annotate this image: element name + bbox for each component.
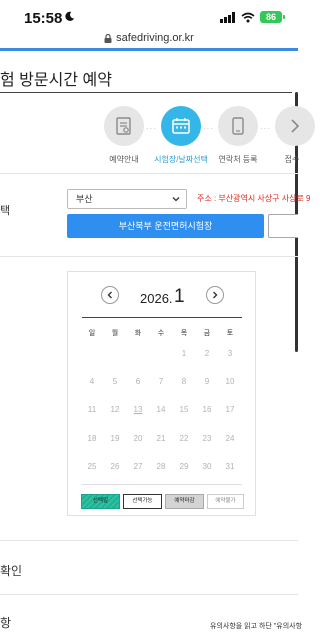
calendar-day[interactable]: 9 bbox=[198, 377, 216, 386]
header-accent-line bbox=[0, 48, 298, 51]
calendar-day[interactable]: 26 bbox=[106, 462, 124, 471]
calendar-day[interactable]: 19 bbox=[106, 434, 124, 443]
calendar-day[interactable]: 10 bbox=[221, 377, 239, 386]
step-guide bbox=[104, 106, 144, 146]
section-divider bbox=[0, 173, 298, 174]
section-divider bbox=[0, 256, 298, 257]
calendar-day[interactable]: 29 bbox=[175, 462, 193, 471]
calendar-day[interactable]: 25 bbox=[83, 462, 101, 471]
calendar-day[interactable]: 15 bbox=[175, 405, 193, 414]
step-connector: ··· bbox=[146, 124, 157, 133]
legend-selected: 선택일 bbox=[81, 494, 120, 509]
calendar-day[interactable]: 22 bbox=[175, 434, 193, 443]
weekday-header: 금 bbox=[203, 330, 211, 337]
step-connector: ··· bbox=[260, 124, 271, 133]
calendar-day[interactable]: 30 bbox=[198, 462, 216, 471]
status-time: 15:58 bbox=[24, 10, 63, 27]
step-label-submit: 접수 bbox=[284, 155, 300, 164]
notice-section-label: 항 bbox=[0, 616, 12, 630]
calendar-day[interactable]: 7 bbox=[152, 377, 170, 386]
calendar-day[interactable]: 14 bbox=[152, 405, 170, 414]
calendar-day[interactable]: 13 bbox=[129, 405, 147, 414]
calendar-day[interactable]: 21 bbox=[152, 434, 170, 443]
calendar-day[interactable]: 4 bbox=[83, 377, 101, 386]
moon-icon bbox=[65, 11, 75, 21]
calendar-day[interactable]: 16 bbox=[198, 405, 216, 414]
section-divider bbox=[0, 594, 298, 595]
center-address: 주소 : 부산광역시 사상구 사상로 9 bbox=[197, 194, 311, 203]
calendar-day[interactable]: 27 bbox=[129, 462, 147, 471]
chevron-right-icon bbox=[291, 119, 300, 133]
step-center-date bbox=[161, 106, 201, 146]
weekday-header: 일 bbox=[88, 330, 96, 337]
lock-icon bbox=[104, 33, 112, 43]
calendar-day[interactable]: 1 bbox=[175, 349, 193, 358]
next-month-button[interactable] bbox=[206, 286, 224, 304]
phone-icon bbox=[232, 117, 244, 135]
weekday-header: 토 bbox=[226, 330, 234, 337]
calendar-year: 2026. bbox=[140, 291, 173, 306]
step-contact bbox=[218, 106, 258, 146]
prev-month-button[interactable] bbox=[101, 286, 119, 304]
url-bar[interactable]: safedriving.or.kr bbox=[0, 28, 298, 48]
calendar-day[interactable]: 11 bbox=[83, 405, 101, 414]
calendar-day[interactable]: 3 bbox=[221, 349, 239, 358]
calendar-divider bbox=[82, 317, 242, 318]
document-icon bbox=[116, 117, 131, 135]
calendar-day[interactable]: 8 bbox=[175, 377, 193, 386]
calendar-day[interactable]: 24 bbox=[221, 434, 239, 443]
region-select[interactable]: 부산 bbox=[67, 189, 187, 209]
calendar-day[interactable]: 5 bbox=[106, 377, 124, 386]
legend-divider bbox=[82, 484, 242, 485]
step-label-guide: 예약안내 bbox=[109, 155, 139, 164]
calendar-day[interactable]: 2 bbox=[198, 349, 216, 358]
signal-icon bbox=[220, 11, 235, 23]
legend-available: 선택가능 bbox=[123, 494, 162, 509]
calendar-day[interactable]: 23 bbox=[198, 434, 216, 443]
calendar-day[interactable]: 12 bbox=[106, 405, 124, 414]
weekday-header: 월 bbox=[111, 330, 119, 337]
calendar-day[interactable]: 20 bbox=[129, 434, 147, 443]
weekday-header: 목 bbox=[180, 330, 188, 337]
weekday-header: 수 bbox=[157, 330, 165, 337]
calendar-month: 1 bbox=[174, 286, 185, 307]
step-connector: ··· bbox=[203, 124, 214, 133]
step-label-contact: 연락처 등록 bbox=[218, 155, 258, 164]
section-divider bbox=[0, 540, 298, 541]
wifi-icon bbox=[241, 12, 255, 22]
region-select-value: 부산 bbox=[76, 194, 93, 204]
calendar-day[interactable]: 28 bbox=[152, 462, 170, 471]
title-divider bbox=[0, 92, 292, 93]
page-title: 험 방문시간 예약 bbox=[0, 72, 112, 89]
calendar: 2026. 1 일 월 화 수 목 금 토 1 2 3 4 5 6 7 8 9 10 11 12 13 14 15 16 17… bbox=[67, 271, 256, 516]
legend-unavailable: 예약불가 bbox=[207, 494, 244, 509]
step-label-center-date: 시험장/날짜선택 bbox=[154, 155, 208, 164]
chevron-left-icon bbox=[107, 291, 112, 299]
calendar-icon bbox=[172, 118, 190, 134]
selection-label: 택 bbox=[0, 205, 11, 217]
calendar-day[interactable]: 17 bbox=[221, 405, 239, 414]
calendar-day[interactable]: 18 bbox=[83, 434, 101, 443]
notice-text: 유의사항을 읽고 하단 "유의사항 bbox=[210, 623, 303, 630]
secondary-center-button[interactable] bbox=[268, 214, 298, 238]
confirm-section-label: 확인 bbox=[0, 564, 23, 578]
chevron-down-icon bbox=[172, 197, 180, 202]
legend-closed: 예약마감 bbox=[165, 494, 204, 509]
chevron-right-icon bbox=[213, 291, 218, 299]
status-indicators: 86 bbox=[220, 11, 285, 23]
battery-icon: 86 bbox=[260, 11, 285, 23]
calendar-day[interactable]: 31 bbox=[221, 462, 239, 471]
step-submit bbox=[275, 106, 315, 146]
weekday-header: 화 bbox=[134, 330, 142, 337]
url-text: safedriving.or.kr bbox=[116, 32, 194, 44]
exam-center-button[interactable]: 부산북부 운전면허시험장 bbox=[67, 214, 264, 238]
calendar-day[interactable]: 6 bbox=[129, 377, 147, 386]
